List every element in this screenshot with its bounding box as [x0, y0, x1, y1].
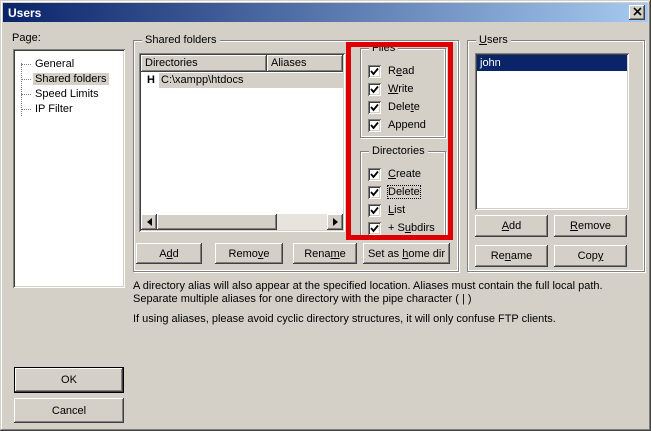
subdirs-checkbox[interactable]	[368, 222, 381, 235]
user-remove-button[interactable]: Remove	[554, 215, 627, 237]
column-header-directories[interactable]: Directories	[141, 55, 267, 72]
button-label: Rename	[304, 248, 346, 260]
checkbox-row-read: Read	[368, 62, 445, 80]
alias-note-1: A directory alias will also appear at th…	[133, 280, 647, 306]
tree-item-label: General	[33, 58, 76, 70]
user-name: john	[480, 57, 501, 69]
button-label: Set as home dir	[368, 248, 445, 260]
write-checkbox-label: Write	[388, 83, 413, 95]
tree-item-label: Shared folders	[33, 73, 109, 85]
button-label: Rename	[491, 250, 533, 262]
scrollbar-track[interactable]	[277, 214, 327, 230]
alias-note-2: If using aliases, please avoid cyclic di…	[133, 313, 647, 326]
checkbox-row-append: Append	[368, 116, 445, 134]
subdirs-checkbox-label: + Subdirs	[388, 222, 435, 234]
window-title: Users	[8, 6, 41, 20]
scroll-right-button[interactable]	[327, 214, 343, 230]
page-tree: General Shared folders Speed Limits IP F…	[13, 49, 125, 288]
create-checkbox[interactable]	[368, 168, 381, 181]
folder-rename-button[interactable]: Rename	[293, 243, 357, 264]
sidebar-item-speed-limits[interactable]: Speed Limits	[13, 87, 125, 102]
checkbox-row-write: Write	[368, 80, 445, 98]
write-checkbox[interactable]	[368, 83, 381, 96]
scrollbar-thumb[interactable]	[157, 214, 277, 230]
list-header: Directories Aliases	[141, 55, 343, 72]
button-label: Remove	[229, 248, 270, 260]
directory-path: C:\xampp\htdocs	[159, 73, 343, 88]
scroll-left-button[interactable]	[141, 214, 157, 230]
button-label: Copy	[578, 250, 604, 262]
checkbox-row-create: Create	[368, 165, 445, 183]
dir-delete-checkbox-label: Delete	[388, 186, 420, 198]
folder-remove-button[interactable]: Remove	[215, 243, 283, 264]
folder-add-button[interactable]: Add	[136, 243, 202, 264]
checkbox-row-list: List	[368, 201, 445, 219]
column-header-aliases[interactable]: Aliases	[267, 55, 343, 72]
user-list-item[interactable]: john	[477, 55, 627, 71]
table-row[interactable]: H C:\xampp\htdocs	[141, 73, 343, 88]
tree-item-label: Speed Limits	[33, 88, 101, 100]
button-label: Remove	[570, 220, 611, 232]
button-label: OK	[61, 374, 77, 386]
button-label: Add	[502, 220, 522, 232]
file-delete-checkbox[interactable]	[368, 101, 381, 114]
home-dir-marker: H	[147, 73, 159, 88]
append-checkbox[interactable]	[368, 119, 381, 132]
checkbox-row-file-delete: Delete	[368, 98, 445, 116]
close-icon	[633, 7, 642, 19]
append-checkbox-label: Append	[388, 119, 426, 131]
sidebar-item-general[interactable]: General	[13, 57, 125, 72]
users-dialog: Users Page: General Shared folders Speed…	[0, 0, 651, 431]
arrow-right-icon	[333, 218, 342, 226]
close-button[interactable]	[629, 5, 645, 20]
checkbox-row-subdirs: + Subdirs	[368, 219, 445, 237]
create-checkbox-label: Create	[388, 168, 421, 180]
arrow-left-icon	[143, 218, 152, 226]
dir-delete-checkbox[interactable]	[368, 186, 381, 199]
ok-button[interactable]: OK	[14, 367, 124, 393]
files-permissions-group: Files Read Write Delete Append	[360, 48, 446, 138]
file-delete-checkbox-label: Delete	[388, 101, 420, 113]
user-rename-button[interactable]: Rename	[475, 245, 548, 267]
tree-item-label: IP Filter	[33, 103, 75, 115]
users-group: Users john	[467, 40, 645, 272]
user-copy-button[interactable]: Copy	[554, 245, 627, 267]
read-checkbox[interactable]	[368, 65, 381, 78]
page-label: Page:	[12, 32, 41, 44]
horizontal-scrollbar[interactable]	[141, 214, 343, 230]
users-group-label: Users	[476, 34, 511, 47]
button-label: Add	[159, 248, 179, 260]
read-checkbox-label: Read	[388, 65, 414, 77]
cancel-button[interactable]: Cancel	[14, 398, 124, 423]
files-group-label: Files	[369, 42, 398, 55]
shared-folders-list: Directories Aliases H C:\xampp\htdocs	[139, 53, 345, 232]
titlebar: Users	[3, 3, 648, 22]
checkbox-row-dir-delete: Delete	[368, 183, 445, 201]
shared-folders-group-label: Shared folders	[142, 34, 220, 47]
directories-permissions-group: Directories Create Delete List + Subdirs	[360, 151, 446, 238]
list-checkbox[interactable]	[368, 204, 381, 217]
set-as-home-dir-button[interactable]: Set as home dir	[363, 243, 450, 264]
user-add-button[interactable]: Add	[475, 215, 548, 237]
users-listbox: john	[475, 53, 629, 210]
sidebar-item-shared-folders[interactable]: Shared folders	[13, 72, 125, 87]
directories-group-label: Directories	[369, 145, 428, 158]
alias-notes: A directory alias will also appear at th…	[133, 280, 647, 326]
sidebar-item-ip-filter[interactable]: IP Filter	[13, 102, 125, 117]
button-label: Cancel	[52, 405, 86, 417]
list-checkbox-label: List	[388, 204, 405, 216]
